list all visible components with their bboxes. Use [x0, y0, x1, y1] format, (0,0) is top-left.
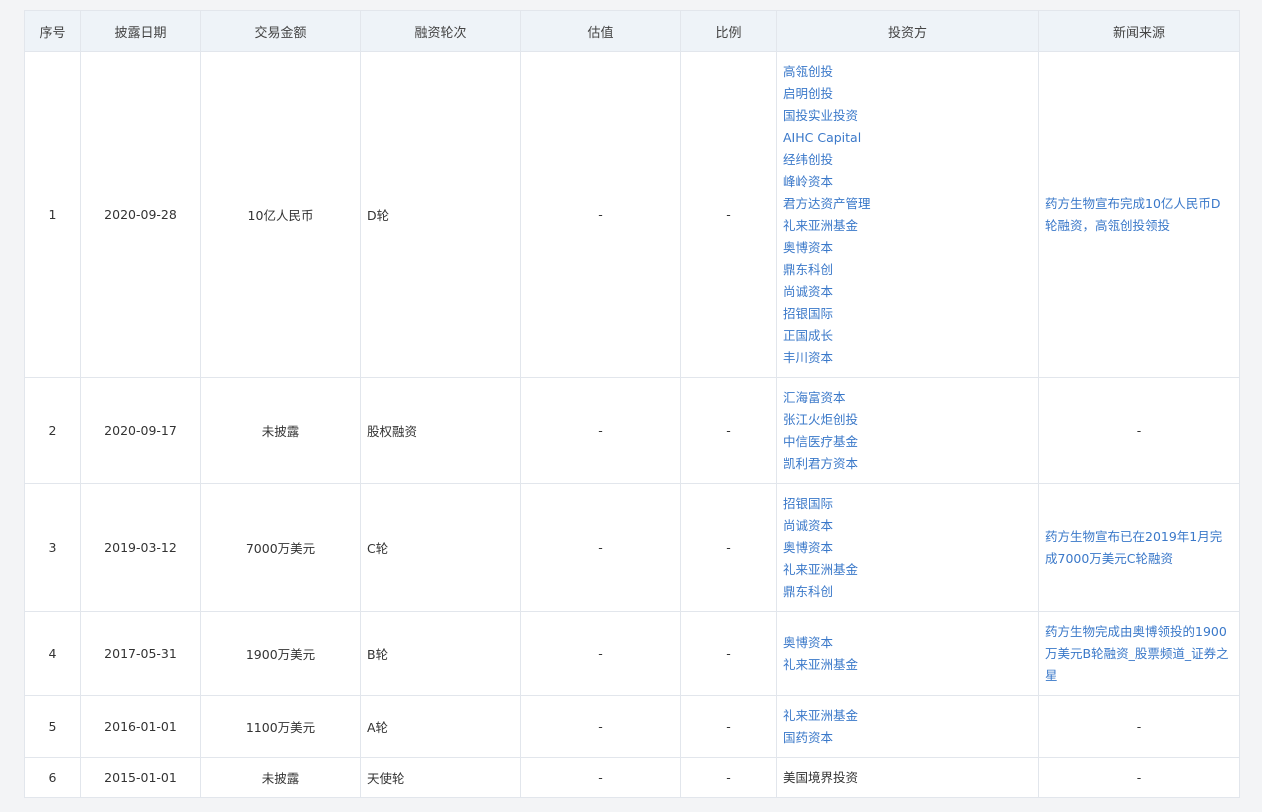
- cell-round: D轮: [360, 51, 521, 378]
- investor-link[interactable]: 国药资本: [783, 727, 1032, 749]
- cell-valuation: -: [520, 695, 681, 758]
- cell-investors: 奥博资本 礼来亚洲基金: [776, 611, 1039, 696]
- investor-link[interactable]: 礼来亚洲基金: [783, 215, 1032, 237]
- cell-news-source: 药方生物完成由奥博领投的1900万美元B轮融资_股票频道_证券之星: [1038, 611, 1240, 696]
- investor-link[interactable]: 凯利君方资本: [783, 453, 1032, 475]
- investor-link[interactable]: 汇海富资本: [783, 387, 1032, 409]
- investor-link[interactable]: 礼来亚洲基金: [783, 654, 1032, 676]
- cell-no: 6: [24, 757, 81, 798]
- investor-link[interactable]: 国投实业投资: [783, 105, 1032, 127]
- cell-no: 2: [24, 377, 81, 484]
- cell-ratio: -: [680, 51, 777, 378]
- news-empty: -: [1136, 422, 1142, 438]
- investor-link[interactable]: 经纬创投: [783, 149, 1032, 171]
- news-empty: -: [1136, 769, 1142, 785]
- news-empty: -: [1136, 718, 1142, 734]
- table-header-row: 序号 披露日期 交易金额 融资轮次 估值 比例 投资方 新闻来源: [24, 10, 1240, 52]
- table-row: 2 2020-09-17 未披露 股权融资 - - 汇海富资本 张江火炬创投 中信医疗基金 凯利君…: [24, 377, 1240, 484]
- investor-link[interactable]: 鼎东科创: [783, 581, 1032, 603]
- cell-round: B轮: [360, 611, 521, 696]
- table-row: 1 2020-09-28 10亿人民币 D轮 - - 高瓴创投 启明创投 国投实业投资 AIHC …: [24, 51, 1240, 378]
- table-row: 6 2015-01-01 未披露 天使轮 - - 美国境界投资 -: [24, 757, 1240, 798]
- news-link[interactable]: 药方生物宣布已在2019年1月完成7000万美元C轮融资: [1045, 529, 1222, 566]
- cell-ratio: -: [680, 757, 777, 798]
- news-link[interactable]: 药方生物宣布完成10亿人民币D轮融资，高瓴创投领投: [1045, 196, 1221, 233]
- table-row: 5 2016-01-01 1100万美元 A轮 - - 礼来亚洲基金 国药资本 -: [24, 695, 1240, 758]
- funding-table: 序号 披露日期 交易金额 融资轮次 估值 比例 投资方 新闻来源 1 2020-0…: [24, 10, 1240, 798]
- investor-link: 美国境界投资: [783, 769, 859, 785]
- cell-date: 2019-03-12: [80, 483, 201, 612]
- cell-news-source: -: [1038, 695, 1240, 758]
- cell-amount: 1100万美元: [200, 695, 361, 758]
- cell-amount: 1900万美元: [200, 611, 361, 696]
- funding-history-panel: 序号 披露日期 交易金额 融资轮次 估值 比例 投资方 新闻来源 1 2020-0…: [24, 10, 1240, 798]
- cell-investors: 礼来亚洲基金 国药资本: [776, 695, 1039, 758]
- investor-link[interactable]: 招银国际: [783, 493, 1032, 515]
- cell-investors: 招银国际 尚诚资本 奥博资本 礼来亚洲基金 鼎东科创: [776, 483, 1039, 612]
- investor-link[interactable]: 君方达资产管理: [783, 193, 1032, 215]
- cell-investors: 高瓴创投 启明创投 国投实业投资 AIHC Capital 经纬创投 峰岭资本 君方达资产管…: [776, 51, 1039, 378]
- cell-round: C轮: [360, 483, 521, 612]
- cell-news-source: -: [1038, 757, 1240, 798]
- investor-link[interactable]: 正国成长: [783, 325, 1032, 347]
- investor-link[interactable]: 礼来亚洲基金: [783, 705, 1032, 727]
- cell-ratio: -: [680, 611, 777, 696]
- investor-link[interactable]: 招银国际: [783, 303, 1032, 325]
- cell-amount: 7000万美元: [200, 483, 361, 612]
- cell-investors: 汇海富资本 张江火炬创投 中信医疗基金 凯利君方资本: [776, 377, 1039, 484]
- investor-link[interactable]: 张江火炬创投: [783, 409, 1032, 431]
- table-row: 3 2019-03-12 7000万美元 C轮 - - 招银国际 尚诚资本 奥博资本 礼来亚洲基金…: [24, 483, 1240, 612]
- cell-no: 1: [24, 51, 81, 378]
- investor-link[interactable]: 奥博资本: [783, 537, 1032, 559]
- header-investors: 投资方: [776, 10, 1039, 52]
- investor-link[interactable]: 高瓴创投: [783, 61, 1032, 83]
- cell-date: 2017-05-31: [80, 611, 201, 696]
- investor-link[interactable]: 尚诚资本: [783, 515, 1032, 537]
- cell-valuation: -: [520, 611, 681, 696]
- cell-date: 2020-09-28: [80, 51, 201, 378]
- cell-date: 2015-01-01: [80, 757, 201, 798]
- cell-amount: 未披露: [200, 377, 361, 484]
- header-valuation: 估值: [520, 10, 681, 52]
- cell-round: 天使轮: [360, 757, 521, 798]
- cell-no: 5: [24, 695, 81, 758]
- investor-link[interactable]: 奥博资本: [783, 237, 1032, 259]
- cell-ratio: -: [680, 377, 777, 484]
- cell-amount: 未披露: [200, 757, 361, 798]
- cell-investors: 美国境界投资: [776, 757, 1039, 798]
- cell-round: 股权融资: [360, 377, 521, 484]
- investor-link[interactable]: 尚诚资本: [783, 281, 1032, 303]
- cell-valuation: -: [520, 757, 681, 798]
- cell-no: 4: [24, 611, 81, 696]
- investor-link[interactable]: AIHC Capital: [783, 127, 1032, 149]
- cell-valuation: -: [520, 377, 681, 484]
- header-date: 披露日期: [80, 10, 201, 52]
- investor-link[interactable]: 启明创投: [783, 83, 1032, 105]
- cell-ratio: -: [680, 483, 777, 612]
- cell-no: 3: [24, 483, 81, 612]
- investor-link[interactable]: 礼来亚洲基金: [783, 559, 1032, 581]
- investor-link[interactable]: 峰岭资本: [783, 171, 1032, 193]
- investor-link[interactable]: 鼎东科创: [783, 259, 1032, 281]
- cell-date: 2020-09-17: [80, 377, 201, 484]
- cell-news-source: -: [1038, 377, 1240, 484]
- header-ratio: 比例: [680, 10, 777, 52]
- cell-date: 2016-01-01: [80, 695, 201, 758]
- investor-link[interactable]: 丰川资本: [783, 347, 1032, 369]
- table-row: 4 2017-05-31 1900万美元 B轮 - - 奥博资本 礼来亚洲基金 药方生物完成由奥…: [24, 611, 1240, 696]
- header-no: 序号: [24, 10, 81, 52]
- news-link[interactable]: 药方生物完成由奥博领投的1900万美元B轮融资_股票频道_证券之星: [1045, 624, 1229, 683]
- cell-ratio: -: [680, 695, 777, 758]
- header-news-source: 新闻来源: [1038, 10, 1240, 52]
- cell-amount: 10亿人民币: [200, 51, 361, 378]
- cell-round: A轮: [360, 695, 521, 758]
- cell-news-source: 药方生物宣布已在2019年1月完成7000万美元C轮融资: [1038, 483, 1240, 612]
- investor-link[interactable]: 奥博资本: [783, 632, 1032, 654]
- header-round: 融资轮次: [360, 10, 521, 52]
- cell-news-source: 药方生物宣布完成10亿人民币D轮融资，高瓴创投领投: [1038, 51, 1240, 378]
- cell-valuation: -: [520, 483, 681, 612]
- header-amount: 交易金额: [200, 10, 361, 52]
- investor-link[interactable]: 中信医疗基金: [783, 431, 1032, 453]
- cell-valuation: -: [520, 51, 681, 378]
